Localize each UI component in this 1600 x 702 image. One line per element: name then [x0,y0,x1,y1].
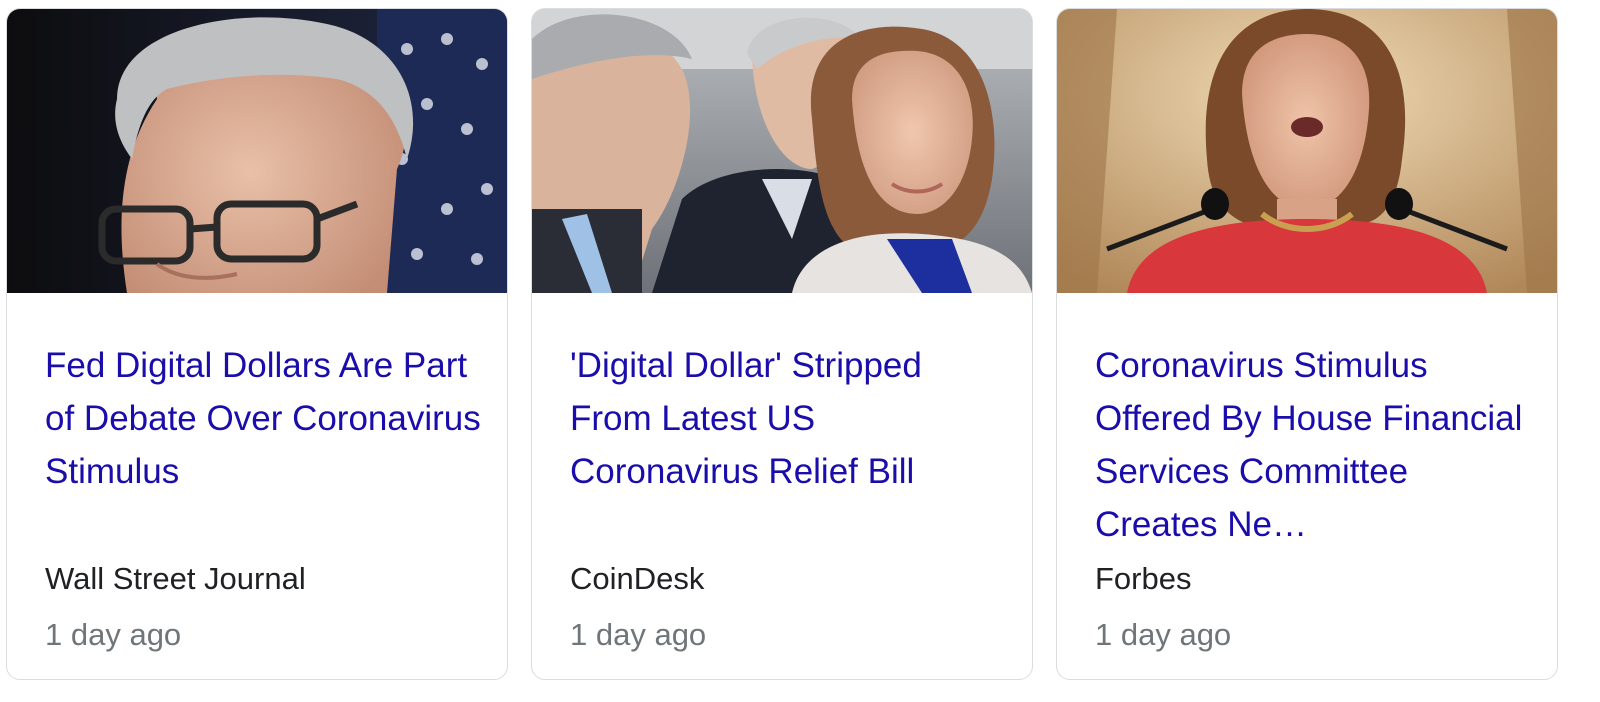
news-card-2[interactable]: 'Digital Dollar' Stripped From Latest US… [531,8,1033,680]
news-headline[interactable]: Fed Digital Dollars Are Part of Debate O… [45,339,483,498]
news-timestamp: 1 day ago [45,617,182,652]
news-source: CoinDesk [570,561,705,596]
news-card-body: Fed Digital Dollars Are Part of Debate O… [45,293,483,679]
news-headline[interactable]: Coronavirus Stimulus Offered By House Fi… [1095,339,1533,551]
news-card-1[interactable]: Fed Digital Dollars Are Part of Debate O… [6,8,508,680]
thumbnail-image [1057,9,1557,293]
thumbnail-image [532,9,1032,293]
news-source: Wall Street Journal [45,561,306,596]
news-card-thumbnail[interactable] [7,9,507,293]
news-card-body: Coronavirus Stimulus Offered By House Fi… [1095,293,1533,679]
news-card-body: 'Digital Dollar' Stripped From Latest US… [570,293,1008,679]
news-headline[interactable]: 'Digital Dollar' Stripped From Latest US… [570,339,1008,498]
thumbnail-image [7,9,507,293]
news-timestamp: 1 day ago [1095,617,1232,652]
news-card-thumbnail[interactable] [532,9,1032,293]
news-card-3[interactable]: Coronavirus Stimulus Offered By House Fi… [1056,8,1558,680]
news-timestamp: 1 day ago [570,617,707,652]
news-source: Forbes [1095,561,1192,596]
news-card-thumbnail[interactable] [1057,9,1557,293]
